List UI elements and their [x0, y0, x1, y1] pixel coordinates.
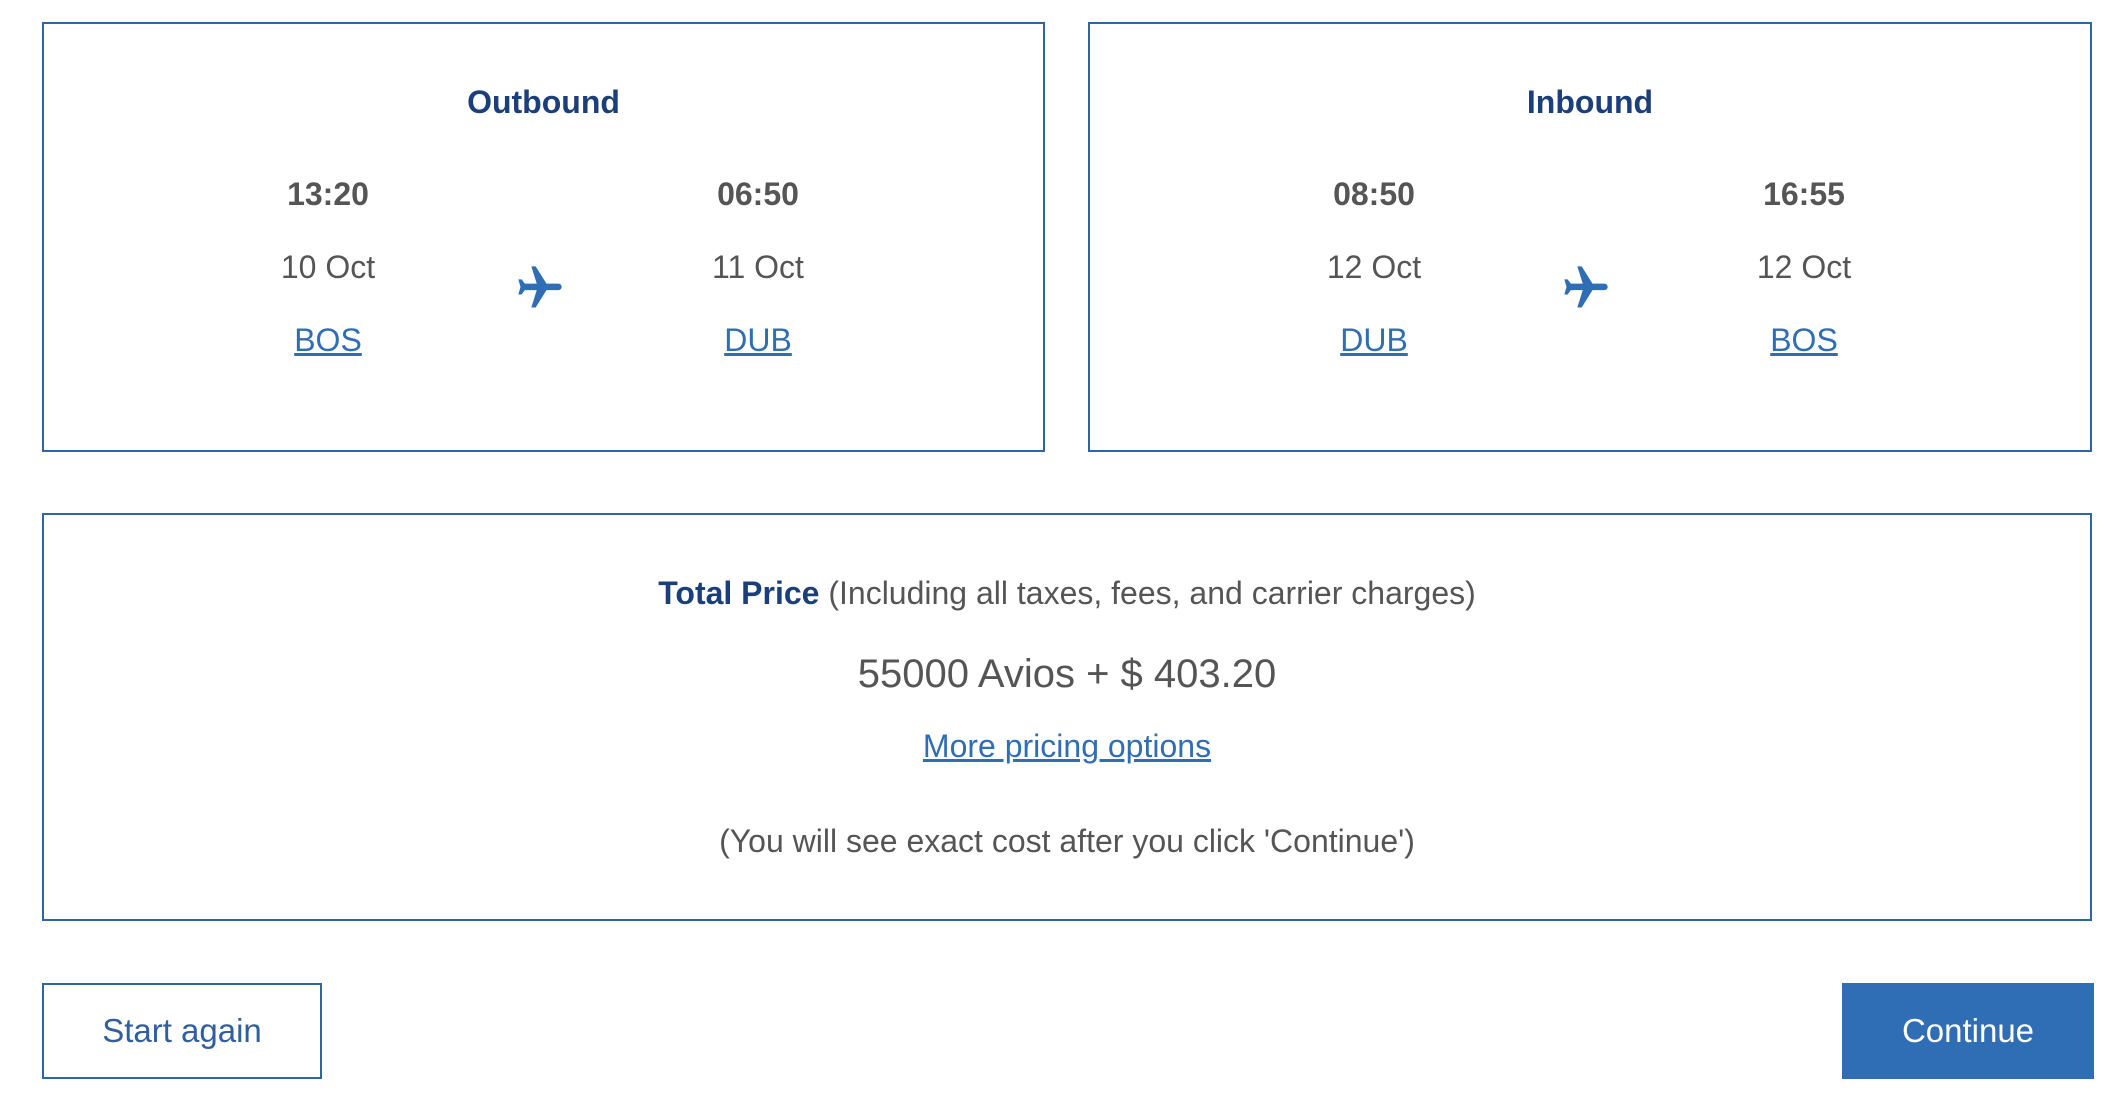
exact-cost-note: (You will see exact cost after you click…	[719, 823, 1415, 859]
more-pricing-options-link[interactable]: More pricing options	[923, 728, 1211, 764]
inbound-arrival: 16:55 12 Oct BOS	[1654, 174, 1954, 360]
inbound-arrival-airport-link[interactable]: BOS	[1654, 320, 1954, 360]
inbound-arrival-date: 12 Oct	[1756, 249, 1852, 285]
airplane-icon	[1560, 262, 1612, 314]
outbound-departure-airport-link[interactable]: BOS	[178, 320, 478, 360]
total-price-amount: 55000 Avios + $ 403.20	[857, 652, 1277, 696]
inbound-departure: 08:50 12 Oct DUB	[1224, 174, 1524, 360]
outbound-arrival-airport-link[interactable]: DUB	[608, 320, 908, 360]
outbound-departure-time: 13:20	[287, 176, 369, 212]
more-pricing-options-row: More pricing options	[44, 728, 2090, 765]
outbound-departure: 13:20 10 Oct BOS	[178, 174, 478, 360]
outbound-departure-date: 10 Oct	[280, 249, 376, 285]
start-again-button[interactable]: Start again	[42, 983, 322, 1079]
outbound-title: Outbound	[467, 84, 620, 120]
total-price-card: Total Price (Including all taxes, fees, …	[42, 513, 2092, 921]
outbound-arrival-time: 06:50	[717, 176, 799, 212]
outbound-flight-card: Outbound 13:20 10 Oct BOS 06:50 11 Oct D…	[42, 22, 1045, 452]
total-price-heading: Total Price (Including all taxes, fees, …	[44, 575, 2090, 612]
inbound-departure-airport-link[interactable]: DUB	[1224, 320, 1524, 360]
airplane-icon	[514, 262, 566, 314]
inbound-flight-card: Inbound 08:50 12 Oct DUB 16:55 12 Oct BO…	[1088, 22, 2092, 452]
outbound-arrival: 06:50 11 Oct DUB	[608, 174, 908, 360]
inbound-departure-date: 12 Oct	[1326, 249, 1422, 285]
continue-button[interactable]: Continue	[1842, 983, 2094, 1079]
inbound-title: Inbound	[1526, 84, 1654, 120]
outbound-arrival-date: 11 Oct	[712, 249, 804, 285]
inbound-departure-time: 08:50	[1333, 176, 1415, 212]
inbound-arrival-time: 16:55	[1763, 176, 1845, 212]
total-price-label: Total Price	[658, 575, 820, 611]
total-price-qualifier: (Including all taxes, fees, and carrier …	[819, 575, 1476, 611]
